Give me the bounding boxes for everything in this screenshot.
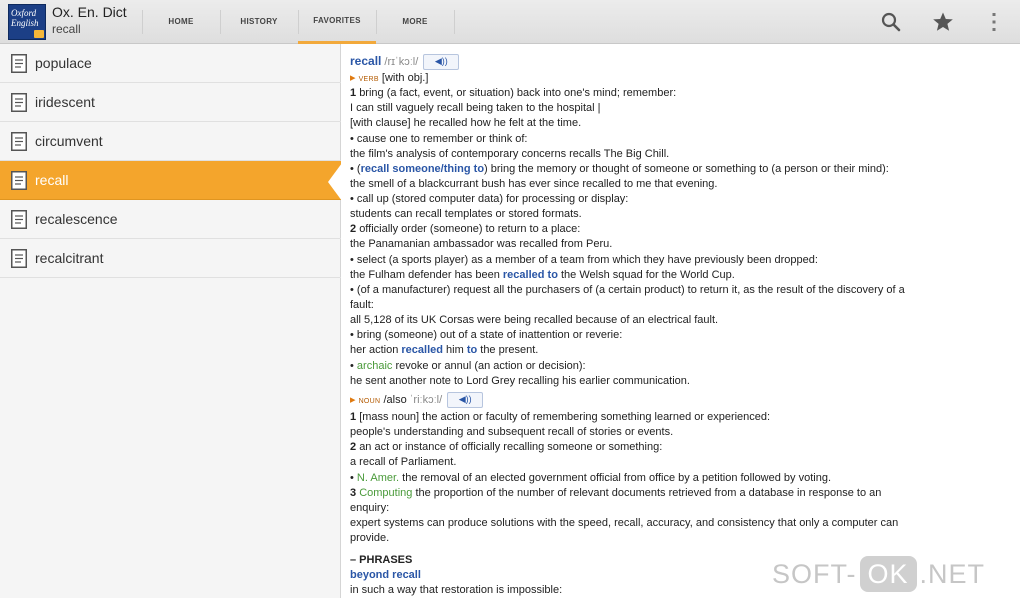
sense-line: 2 an act or instance of officially recal… <box>350 441 663 453</box>
word-label: recalescence <box>35 211 118 227</box>
subsense-line: • N. Amer. the removal of an elected gov… <box>350 472 831 484</box>
search-icon[interactable] <box>879 10 903 34</box>
logo-text: Oxford English <box>11 8 39 28</box>
example-line: the film's analysis of contemporary conc… <box>350 148 670 160</box>
example-line: the Fulham defender has been recalled to… <box>350 269 735 281</box>
word-label: populace <box>35 55 92 71</box>
subsense-line: • call up (stored computer data) for pro… <box>350 193 629 205</box>
list-item[interactable]: iridescent <box>0 83 341 122</box>
region-label: N. Amer. <box>356 472 400 484</box>
subsense-line: fault: <box>350 299 374 311</box>
phrase-link[interactable]: recalled <box>401 344 443 356</box>
verb-pos-line: ▸ VERB [with obj.] <box>350 72 429 84</box>
example-line: all 5,128 of its UK Corsas were being re… <box>350 314 719 326</box>
overflow-menu-icon[interactable] <box>982 10 1006 34</box>
document-icon <box>11 93 27 112</box>
subsense-line: • bring (someone) out of a state of inat… <box>350 329 623 341</box>
pos-label: NOUN <box>358 397 381 405</box>
example-line: a recall of Parliament. <box>350 456 457 468</box>
sense-line: 1 bring (a fact, event, or situation) ba… <box>350 87 677 99</box>
tab-divider <box>454 10 455 34</box>
phrase-link[interactable]: to <box>467 344 477 356</box>
current-word-subtitle: recall <box>52 22 81 36</box>
tab-more[interactable]: MORE <box>376 0 454 44</box>
sense-line: enquiry: <box>350 502 390 514</box>
list-item[interactable]: recalcitrant <box>0 239 341 278</box>
sense-line: 1 [mass noun] the action or faculty of r… <box>350 411 771 423</box>
definition-panel[interactable]: recall /rɪˈkɔːl/ ◀)) ▸ VERB [with obj.] … <box>342 44 1020 598</box>
sense-line: 2 officially order (someone) to return t… <box>350 223 581 235</box>
noun-pos-line: ▸ NOUN /also ˈriːkɔːl/ ◀)) <box>350 392 1004 409</box>
example-line: [with clause] he recalled how he felt at… <box>350 117 582 129</box>
example-line: the smell of a blackcurrant bush has eve… <box>350 178 718 190</box>
tab-favorites[interactable]: FAVORITES <box>298 0 376 44</box>
favorites-word-list: populace iridescent circumvent recall re… <box>0 44 341 598</box>
list-item[interactable]: circumvent <box>0 122 341 161</box>
action-bar: Oxford English Ox. En. Dict recall HOME … <box>0 0 1020 44</box>
star-icon[interactable] <box>931 10 955 34</box>
app-title: Ox. En. Dict <box>52 4 127 20</box>
example-line: her action recalled him to the present. <box>350 344 539 356</box>
subsense-line: • cause one to remember or think of: <box>350 133 528 145</box>
subsense-line: • (of a manufacturer) request all the pu… <box>350 284 905 296</box>
subsense-line: • (recall someone/thing to) bring the me… <box>350 163 889 175</box>
word-label: iridescent <box>35 94 95 110</box>
audio-button[interactable]: ◀)) <box>423 54 460 71</box>
pos-label: VERB <box>358 76 379 83</box>
example-line: people's understanding and subsequent re… <box>350 426 674 438</box>
list-item-selected[interactable]: recall <box>0 161 341 200</box>
document-icon <box>11 132 27 151</box>
register-label: archaic <box>356 360 393 372</box>
subsense-line: • archaic revoke or annul (an action or … <box>350 360 586 372</box>
logo-badge <box>34 30 44 38</box>
pronunciation: /rɪˈkɔːl/ <box>384 56 419 68</box>
phrase-link[interactable]: recalled to <box>503 269 558 281</box>
document-icon <box>11 171 27 190</box>
tab-home[interactable]: HOME <box>142 0 220 44</box>
example-line: I can still vaguely recall being taken t… <box>350 102 601 114</box>
grammar-note: [with obj.] <box>381 72 429 84</box>
document-icon <box>11 249 27 268</box>
entry-header: recall /rɪˈkɔːl/ ◀)) <box>350 54 1004 71</box>
list-item[interactable]: populace <box>0 44 341 83</box>
word-label: recalcitrant <box>35 250 104 266</box>
document-icon <box>11 54 27 73</box>
example-line: provide. <box>350 532 390 544</box>
list-item[interactable]: recalescence <box>0 200 341 239</box>
word-label: recall <box>35 172 69 188</box>
sense-line: 3 Computing the proportion of the number… <box>350 487 882 499</box>
example-line: he sent another note to Lord Grey recall… <box>350 375 690 387</box>
example-line: students can recall templates or stored … <box>350 208 582 220</box>
phrase-link[interactable]: recall someone/thing to <box>361 163 484 175</box>
word-label: circumvent <box>35 133 103 149</box>
document-icon <box>11 210 27 229</box>
example-line: the Panamanian ambassador was recalled f… <box>350 238 613 250</box>
example-line: expert systems can produce solutions wit… <box>350 517 899 529</box>
headword: recall <box>350 54 382 68</box>
tab-history[interactable]: HISTORY <box>220 0 298 44</box>
app-logo-icon[interactable]: Oxford English <box>8 4 46 40</box>
selection-pointer <box>328 163 342 201</box>
pronunciation: ˈriːkɔːl/ <box>409 393 443 406</box>
audio-button[interactable]: ◀)) <box>447 392 484 408</box>
subject-label: Computing <box>359 487 413 499</box>
watermark: SOFT- OK .NET <box>772 556 985 592</box>
subsense-line: • select (a sports player) as a member o… <box>350 254 818 266</box>
